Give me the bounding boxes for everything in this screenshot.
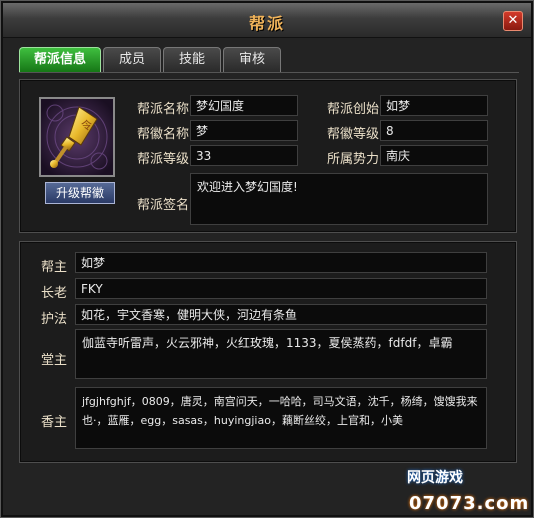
tab-divider	[19, 72, 519, 73]
emblem-name-label: 帮徽名称	[137, 127, 190, 142]
guild-level-field: 33	[190, 145, 298, 166]
protector-label: 护法	[41, 312, 68, 327]
guild-founder-label: 帮派创始	[327, 102, 380, 117]
upgrade-emblem-button[interactable]: 升级帮徽	[45, 182, 115, 204]
hall-master-label: 堂主	[41, 353, 68, 368]
protector-field: 如花，宇文香寒，健明大侠，河边有条鱼	[75, 304, 487, 325]
close-button[interactable]: ✕	[503, 11, 523, 31]
title-bar[interactable]: 帮派 ✕	[3, 3, 531, 38]
emblem-level-label: 帮徽等级	[327, 127, 380, 142]
hall-master-field: 伽蓝寺听雷声，火云邪神，火红玫瑰，1133，夏侯蒸药，fdfdf，卓霸	[75, 329, 487, 379]
leader-field: 如梦	[75, 252, 487, 273]
guild-name-field: 梦幻国度	[190, 95, 298, 116]
window-title: 帮派	[248, 14, 285, 33]
site-watermark: 网页游戏 07073.com	[399, 467, 530, 514]
guild-window: 帮派 ✕ 帮派信息 成员 技能 审核 令 升级帮徽 帮派名称 梦幻国度 帮派创始…	[0, 0, 534, 518]
watermark-line1: 网页游戏	[407, 470, 463, 486]
close-icon: ✕	[507, 13, 519, 28]
tab-guild-info[interactable]: 帮派信息	[19, 47, 101, 72]
emblem-level-field: 8	[380, 120, 488, 141]
incense-master-label: 香主	[41, 415, 68, 430]
tab-members[interactable]: 成员	[103, 47, 161, 72]
svg-text:令: 令	[81, 118, 92, 132]
emblem-name-field: 梦	[190, 120, 298, 141]
faction-label: 所属势力	[327, 152, 380, 167]
incense-master-field: jfgjhfghjf，0809，唐灵，南宫问天，一哈哈，司马文语，沈千，杨绮，馊…	[75, 387, 487, 449]
tab-review[interactable]: 审核	[223, 47, 281, 72]
elder-field: FKY	[75, 278, 487, 299]
elder-label: 长老	[41, 286, 68, 301]
guild-founder-field: 如梦	[380, 95, 488, 116]
guild-name-label: 帮派名称	[137, 102, 190, 117]
tab-skills[interactable]: 技能	[163, 47, 221, 72]
signature-field[interactable]: 欢迎进入梦幻国度!	[190, 173, 488, 225]
signature-label: 帮派签名	[137, 198, 190, 213]
faction-field: 南庆	[380, 145, 488, 166]
emblem-icon: 令	[41, 99, 113, 175]
guild-emblem: 令	[39, 97, 115, 177]
guild-level-label: 帮派等级	[137, 152, 190, 167]
leader-label: 帮主	[41, 260, 68, 275]
watermark-line2: 07073.com	[409, 493, 530, 514]
